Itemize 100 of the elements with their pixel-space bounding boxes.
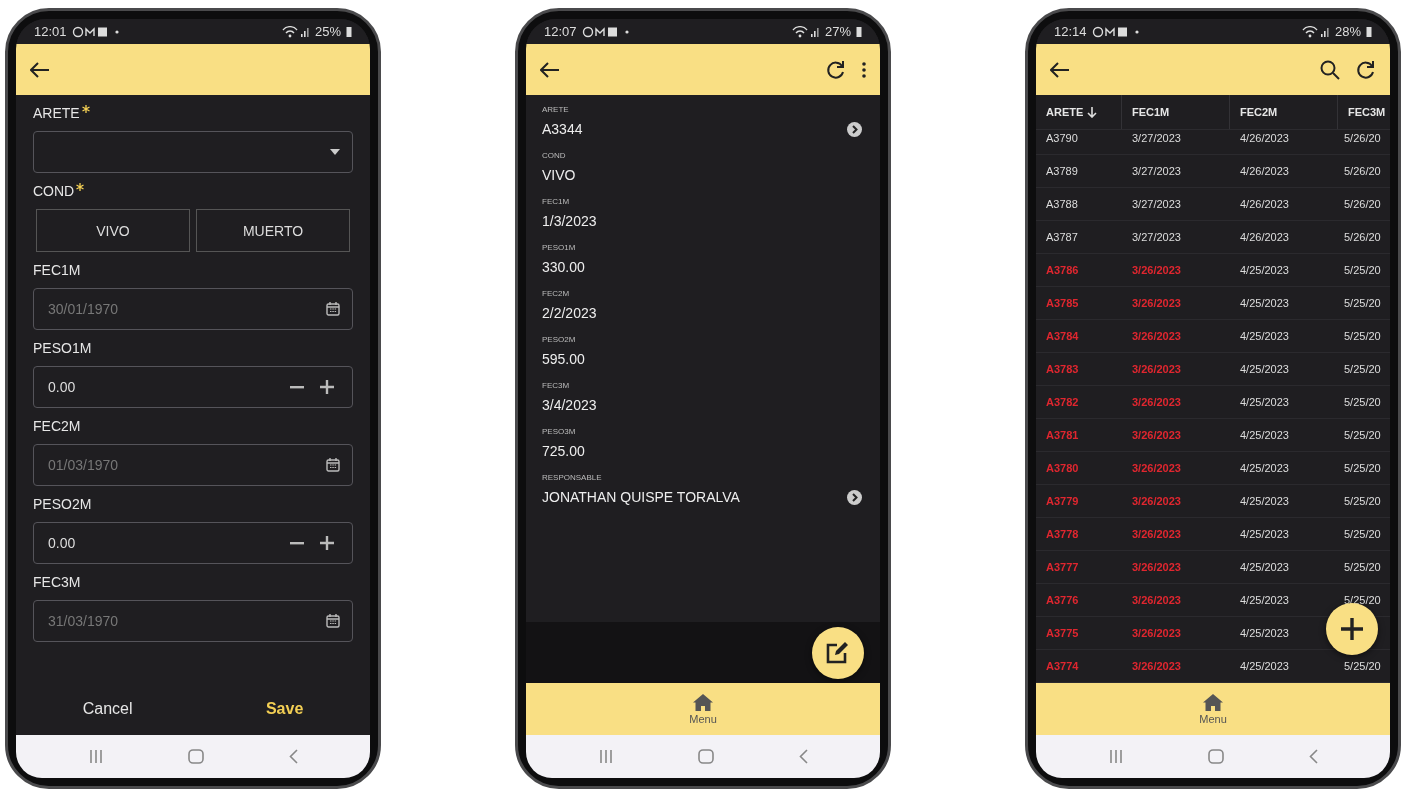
field-label: FEC1M (33, 262, 81, 278)
table-cell-text: A3788 (1045, 198, 1079, 210)
save-button[interactable]: Save (245, 692, 324, 726)
table-cell-text: A3785 (1045, 297, 1080, 309)
number-input[interactable]: 0.00 (46, 379, 280, 395)
alert-table-row[interactable]: A3778 3/26/2023 4/25/2023 5/25/20 (1036, 518, 1390, 551)
table-cell-text: 3/26/2023 (1131, 528, 1182, 540)
column-header[interactable]: FEC2M (1230, 95, 1338, 129)
table-cell-text: 5/26/20 (1343, 198, 1382, 210)
table-cell-text: A3780 (1045, 462, 1080, 474)
table-cell-text: 5/25/20 (1343, 297, 1382, 309)
alert-table-row[interactable]: A3777 3/26/2023 4/25/2023 5/25/20 (1036, 551, 1390, 584)
number-input[interactable]: 0.00 (46, 535, 280, 551)
table-cell-text: 5/25/20 (1343, 561, 1382, 573)
alert-table-row[interactable]: A3781 3/26/2023 4/25/2023 5/25/20 (1036, 419, 1390, 452)
number-field[interactable]: 0.00 (33, 522, 353, 564)
field-label: FEC1M (542, 197, 571, 206)
table-cell-text: A3784 (1045, 330, 1080, 342)
field-value: 1/3/2023 (542, 213, 597, 229)
status-time: 12:07 (544, 24, 577, 39)
option-button[interactable]: VIVO (36, 209, 190, 252)
signal-icons (281, 25, 310, 38)
chevron-right-circle-icon[interactable] (847, 489, 862, 505)
cancel-button[interactable]: Cancel (62, 692, 153, 726)
back-chevron-icon (288, 749, 298, 764)
table-cell-text: 4/25/2023 (1239, 495, 1290, 507)
plus-icon (320, 380, 334, 394)
number-field[interactable]: 0.00 (33, 366, 353, 408)
recent-apps-icon (598, 750, 613, 763)
table-cell-text: 5/25/20 (1343, 264, 1382, 276)
field-value: 595.00 (542, 351, 585, 367)
chevron-right-circle-icon[interactable] (847, 121, 862, 137)
table-cell-text: 3/26/2023 (1131, 264, 1182, 276)
field-label: ARETE (33, 105, 80, 121)
alert-table-row[interactable]: A3780 3/26/2023 4/25/2023 5/25/20 (1036, 452, 1390, 485)
table-cell-text: A3787 (1045, 231, 1079, 243)
field-label: PESO1M (542, 243, 577, 252)
table-cell-text: 4/25/2023 (1239, 528, 1290, 540)
dropdown-field[interactable] (33, 131, 353, 173)
edit-button[interactable] (812, 626, 864, 679)
date-field[interactable]: 01/03/1970 (33, 444, 353, 486)
menu-nav-button[interactable]: Menu (1036, 683, 1390, 735)
table-cell-text: 4/25/2023 (1239, 561, 1290, 573)
table-cell-text: 5/25/20 (1343, 495, 1382, 507)
table-cell-text: A3781 (1045, 429, 1080, 441)
table-cell-text: 3/26/2023 (1131, 396, 1182, 408)
date-input[interactable]: 31/03/1970 (46, 613, 322, 629)
table-row[interactable]: A3789 3/27/2023 4/26/2023 5/26/20 (1036, 155, 1390, 188)
field-label: RESPONSABLE (542, 473, 603, 482)
table-cell-text: 5/25/20 (1343, 660, 1382, 672)
alert-table-row[interactable]: A3779 3/26/2023 4/25/2023 5/25/20 (1036, 485, 1390, 518)
date-field[interactable]: 31/03/1970 (33, 600, 353, 642)
option-button[interactable]: MUERTO (196, 209, 350, 252)
table-cell-text: 4/25/2023 (1239, 594, 1290, 606)
table-cell-text: 3/26/2023 (1131, 660, 1182, 672)
alert-table-row[interactable]: A3783 3/26/2023 4/25/2023 5/25/20 (1036, 353, 1390, 386)
field-value: 3/4/2023 (542, 397, 597, 413)
field-label: PESO1M (33, 340, 92, 356)
column-header[interactable]: FEC3M (1338, 95, 1390, 129)
field-value: 2/2/2023 (542, 305, 597, 321)
field-label: COND (542, 151, 567, 160)
table-row[interactable]: A3790 3/27/2023 4/26/2023 5/26/20 (1036, 130, 1390, 155)
calendar-icon (326, 614, 340, 628)
status-time: 12:14 (1054, 24, 1087, 39)
alert-table-row[interactable]: A3786 3/26/2023 4/25/2023 5/25/20 (1036, 254, 1390, 287)
table-cell-text: 3/26/2023 (1131, 363, 1182, 375)
table-cell-text: 3/26/2023 (1131, 297, 1182, 309)
recent-apps-icon (88, 750, 103, 763)
date-field[interactable]: 30/01/1970 (33, 288, 353, 330)
field-value: JONATHAN QUISPE TORALVA (542, 489, 740, 505)
table-cell-text: 3/26/2023 (1131, 495, 1182, 507)
table-cell-text: A3776 (1045, 594, 1080, 606)
column-header[interactable]: FEC1M (1122, 95, 1230, 129)
add-button[interactable] (1326, 603, 1378, 655)
menu-nav-button[interactable]: Menu (526, 683, 880, 735)
table-cell-text: 3/26/2023 (1131, 429, 1182, 441)
field-label: COND (33, 183, 75, 199)
table-cell-text: 4/25/2023 (1239, 297, 1290, 309)
table-cell-text: A3779 (1045, 495, 1080, 507)
alert-table-row[interactable]: A3785 3/26/2023 4/25/2023 5/25/20 (1036, 287, 1390, 320)
table-cell-text: 4/25/2023 (1239, 264, 1290, 276)
table-cell-text: 4/25/2023 (1239, 660, 1290, 672)
table-cell-text: 4/25/2023 (1239, 462, 1290, 474)
field-value: 725.00 (542, 443, 585, 459)
table-cell-text: A3782 (1045, 396, 1080, 408)
table-cell-text: 5/26/20 (1343, 165, 1382, 177)
table-row[interactable]: A3788 3/27/2023 4/26/2023 5/26/20 (1036, 188, 1390, 221)
column-header[interactable]: ARETE (1036, 95, 1122, 129)
date-input[interactable]: 30/01/1970 (46, 301, 322, 317)
alert-table-row[interactable]: A3782 3/26/2023 4/25/2023 5/25/20 (1036, 386, 1390, 419)
table-cell-text: A3775 (1045, 627, 1080, 639)
field-label: FEC2M (542, 289, 571, 298)
table-row[interactable]: A3787 3/27/2023 4/26/2023 5/26/20 (1036, 221, 1390, 254)
back-arrow-icon (30, 61, 50, 78)
back-chevron-icon (1308, 749, 1318, 764)
back-chevron-icon (798, 749, 808, 764)
table-cell-text: 5/25/20 (1343, 429, 1382, 441)
table-cell-text: 3/26/2023 (1131, 594, 1182, 606)
alert-table-row[interactable]: A3784 3/26/2023 4/25/2023 5/25/20 (1036, 320, 1390, 353)
date-input[interactable]: 01/03/1970 (46, 457, 322, 473)
